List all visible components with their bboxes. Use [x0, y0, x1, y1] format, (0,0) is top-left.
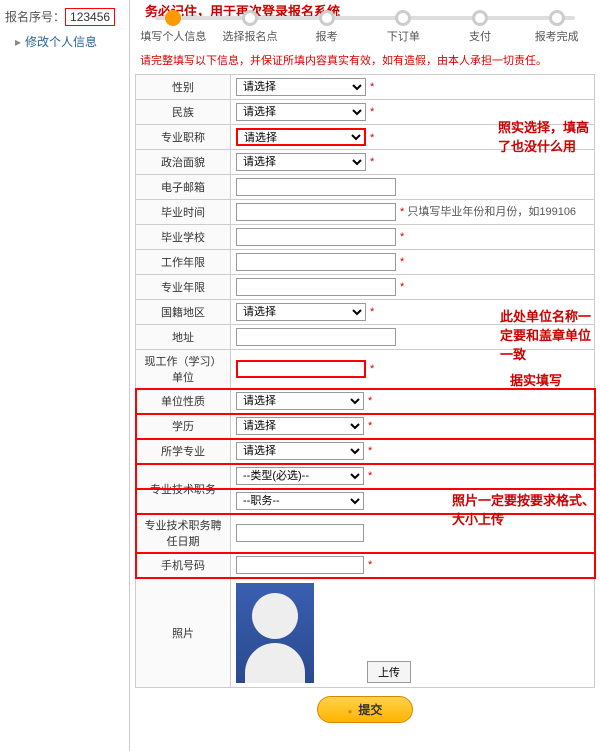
- label-gradschool: 毕业学校: [136, 225, 231, 250]
- select-gender[interactable]: 请选择: [236, 78, 366, 96]
- required-star: *: [368, 559, 372, 571]
- label-nation: 民族: [136, 100, 231, 125]
- main-content: 填写个人信息 选择报名点 报考 下订单 支付 报考完成 请完整填写以下信息，并保…: [130, 0, 600, 751]
- step-1: 填写个人信息: [135, 10, 212, 44]
- label-jobtitle: 专业职称: [136, 125, 231, 150]
- label-education: 学历: [136, 414, 231, 439]
- input-gradschool[interactable]: [236, 228, 396, 246]
- required-star: *: [370, 132, 374, 144]
- input-email[interactable]: [236, 178, 396, 196]
- required-star: *: [370, 81, 374, 93]
- step-bar: 填写个人信息 选择报名点 报考 下订单 支付 报考完成: [135, 0, 595, 50]
- label-workunit: 现工作（学习）单位: [136, 350, 231, 389]
- required-star: *: [368, 470, 372, 482]
- select-techpost-role[interactable]: --职务--: [236, 492, 364, 510]
- label-major: 所学专业: [136, 439, 231, 464]
- input-gradtime[interactable]: [236, 203, 396, 221]
- required-star: *: [368, 420, 372, 432]
- select-major[interactable]: 请选择: [236, 442, 364, 460]
- sidebar-edit-link[interactable]: 修改个人信息: [5, 33, 124, 50]
- input-phone[interactable]: [236, 556, 364, 574]
- page-container: 报名序号：123456 修改个人信息 填写个人信息 选择报名点 报考 下订单 支…: [0, 0, 600, 751]
- input-address[interactable]: [236, 328, 396, 346]
- label-email: 电子邮箱: [136, 175, 231, 200]
- label-techpost: 专业技术职务: [136, 464, 231, 514]
- select-techpost-type[interactable]: --类型(必选)--: [236, 467, 364, 485]
- select-nation[interactable]: 请选择: [236, 103, 366, 121]
- step-3: 报考: [288, 10, 365, 44]
- required-star: *: [400, 231, 404, 243]
- step-2: 选择报名点: [212, 10, 289, 44]
- select-country[interactable]: 请选择: [236, 303, 366, 321]
- input-workyears[interactable]: [236, 253, 396, 271]
- submit-button[interactable]: 提交: [317, 696, 414, 723]
- label-country: 国籍地区: [136, 300, 231, 325]
- label-unittype: 单位性质: [136, 389, 231, 414]
- required-star: *: [370, 106, 374, 118]
- form-table: 性别 请选择 * 民族 请选择 * 专业职称 请选择 * 政治面貌 请选择 * 电子邮箱…: [135, 74, 595, 688]
- reg-num-label: 报名序号：: [5, 10, 65, 24]
- select-unittype[interactable]: 请选择: [236, 392, 364, 410]
- label-proyears: 专业年限: [136, 275, 231, 300]
- registration-number: 报名序号：123456: [5, 8, 124, 25]
- gradtime-hint: 只填写毕业年份和月份，如199106: [407, 206, 576, 218]
- required-star: *: [400, 281, 404, 293]
- input-hiredate[interactable]: [236, 524, 364, 542]
- step-6: 报考完成: [518, 10, 595, 44]
- label-gender: 性别: [136, 75, 231, 100]
- required-star: *: [400, 256, 404, 268]
- required-star: *: [400, 206, 404, 218]
- required-star: *: [368, 445, 372, 457]
- warning-text: 请完整填写以下信息，并保证所填内容真实有效，如有造假，由本人承担一切责任。: [140, 52, 595, 68]
- input-workunit[interactable]: [236, 360, 366, 378]
- label-workyears: 工作年限: [136, 250, 231, 275]
- sidebar: 报名序号：123456 修改个人信息: [0, 0, 130, 751]
- select-jobtitle[interactable]: 请选择: [236, 128, 366, 146]
- select-education[interactable]: 请选择: [236, 417, 364, 435]
- input-proyears[interactable]: [236, 278, 396, 296]
- step-5: 支付: [442, 10, 519, 44]
- select-politics[interactable]: 请选择: [236, 153, 366, 171]
- label-gradtime: 毕业时间: [136, 200, 231, 225]
- required-star: *: [370, 156, 374, 168]
- required-star: *: [368, 395, 372, 407]
- label-phone: 手机号码: [136, 553, 231, 578]
- required-star: *: [370, 306, 374, 318]
- photo-preview: [236, 583, 314, 683]
- step-4: 下订单: [365, 10, 442, 44]
- label-politics: 政治面貌: [136, 150, 231, 175]
- label-hiredate: 专业技术职务聘任日期: [136, 514, 231, 553]
- required-star: *: [370, 363, 374, 375]
- label-address: 地址: [136, 325, 231, 350]
- label-photo: 照片: [136, 578, 231, 688]
- submit-row: 提交: [135, 688, 595, 731]
- reg-num-value: 123456: [65, 8, 115, 26]
- upload-button[interactable]: 上传: [367, 661, 411, 683]
